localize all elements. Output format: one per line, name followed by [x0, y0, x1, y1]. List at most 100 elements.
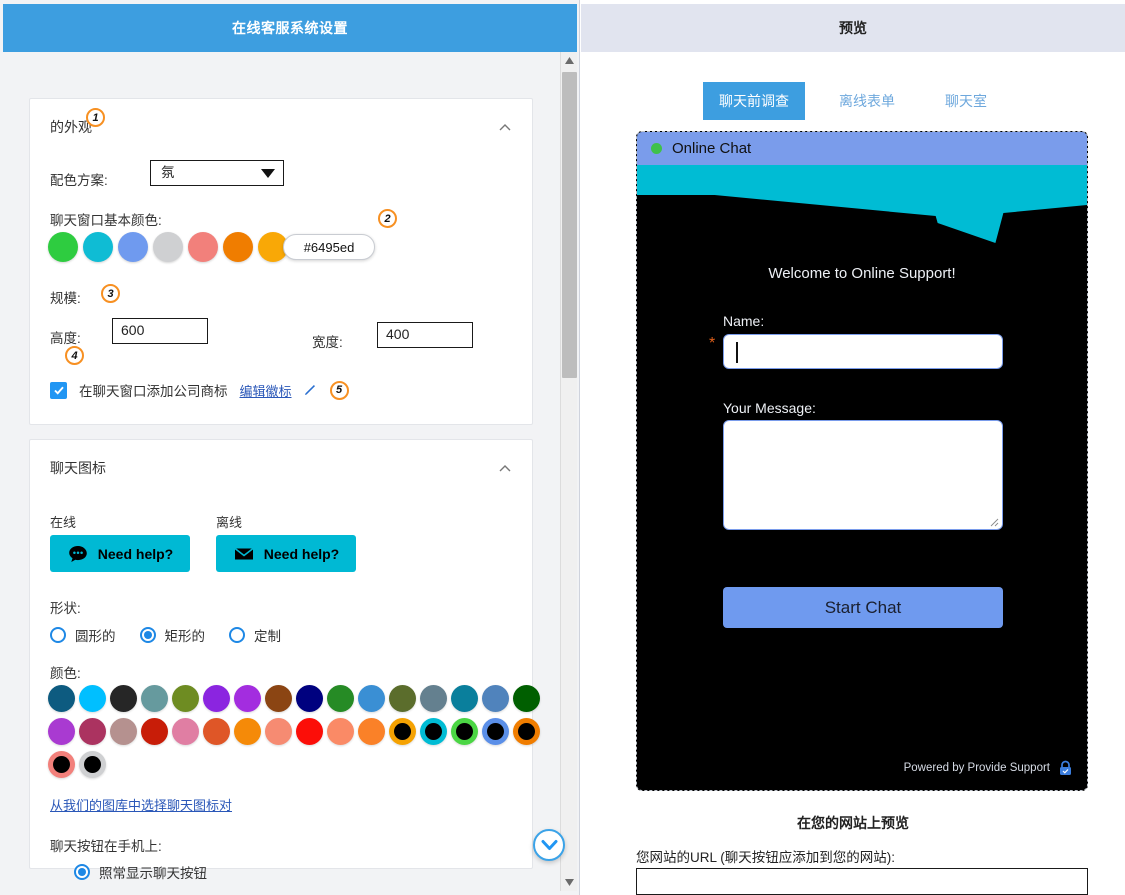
chat-icon-color-swatch[interactable] [513, 718, 540, 745]
callout-badge-5: 5 [329, 380, 349, 400]
preview-panel-header: 预览 [581, 4, 1125, 52]
chat-icon-color-swatch[interactable] [327, 718, 354, 745]
chat-icon-color-swatch[interactable] [79, 685, 106, 712]
chat-icon-color-swatch[interactable] [203, 718, 230, 745]
chat-icon-color-swatch[interactable] [141, 718, 168, 745]
hex-color-input[interactable]: #6495ed [263, 233, 375, 263]
text-caret [736, 342, 738, 363]
base-color-swatch[interactable] [153, 232, 183, 262]
chat-icon-color-swatch[interactable] [389, 718, 416, 745]
chat-icon-color-swatch[interactable] [482, 685, 509, 712]
chat-icon-color-swatch[interactable] [451, 718, 478, 745]
chat-icon-color-grid [48, 685, 548, 784]
gallery-link[interactable]: 从我们的图库中选择聊天图标对 [50, 795, 232, 814]
base-color-swatch[interactable] [118, 232, 148, 262]
chat-window-titlebar: Online Chat [637, 132, 1087, 165]
chat-icon-color-swatch[interactable] [110, 685, 137, 712]
scrollbar-down-arrow[interactable] [561, 874, 578, 891]
shape-radio-option[interactable]: 圆形的 [50, 625, 116, 645]
base-color-label: 聊天窗口基本颜色: [50, 213, 162, 228]
chat-icon-color-swatch[interactable] [327, 685, 354, 712]
chat-icon-color-swatch[interactable] [110, 718, 137, 745]
color-scheme-select[interactable]: 氛 [150, 160, 284, 186]
shape-radio-option[interactable]: 定制 [229, 625, 281, 645]
base-color-swatch[interactable] [188, 232, 218, 262]
chat-icon-color-swatch[interactable] [172, 718, 199, 745]
callout-badge-1: 1 [86, 108, 105, 127]
online-status-dot [651, 143, 662, 154]
scroll-down-fab[interactable] [533, 829, 565, 861]
scrollbar-thumb[interactable] [562, 72, 577, 378]
mobile-radio-option[interactable]: 照常显示聊天按钮 [74, 862, 207, 882]
chat-window-footer: Powered by Provide Support [904, 760, 1073, 776]
chat-icon-color-swatch[interactable] [420, 718, 447, 745]
chevron-up-icon[interactable] [498, 462, 512, 476]
chat-icon-color-swatch[interactable] [48, 751, 75, 778]
color-scheme-label: 配色方案: [50, 173, 108, 188]
chat-icon-color-swatch[interactable] [79, 751, 106, 778]
chat-icon-color-swatch[interactable] [296, 685, 323, 712]
radio-icon [50, 627, 66, 643]
size-label: 规模: [50, 291, 81, 306]
tab-spacer [805, 82, 823, 120]
chat-icon-color-swatch[interactable] [265, 718, 292, 745]
resize-grip-icon[interactable] [987, 515, 999, 527]
height-label: 高度: [50, 331, 81, 346]
chat-icon-color-swatch[interactable] [79, 718, 106, 745]
lock-icon [1058, 760, 1073, 776]
chat-icon-color-swatch[interactable] [48, 718, 75, 745]
online-chat-icon-button[interactable]: Need help? [50, 535, 190, 572]
chat-icon-color-swatch[interactable] [358, 685, 385, 712]
chat-icon-color-swatch[interactable] [265, 685, 292, 712]
shape-radio-label: 圆形的 [75, 629, 116, 644]
base-color-swatch[interactable] [48, 232, 78, 262]
chat-icon-color-swatch[interactable] [203, 685, 230, 712]
preview-tab[interactable]: 聊天前调查 [703, 82, 805, 120]
chat-icon-color-swatch[interactable] [358, 718, 385, 745]
start-chat-button[interactable]: Start Chat [723, 587, 1003, 628]
settings-scroll-area[interactable]: 的外观 1 配色方案: 氛 聊天窗口基本颜色: #6495ed 2 规模: 3 [3, 52, 559, 891]
company-logo-checkbox[interactable] [50, 381, 67, 399]
envelope-icon [233, 543, 255, 565]
chevron-down-icon [541, 840, 557, 850]
chat-icon-color-swatch[interactable] [451, 685, 478, 712]
width-value: 400 [386, 326, 410, 342]
base-color-swatches: #6495ed [48, 232, 375, 263]
chat-icon-color-swatch[interactable] [482, 718, 509, 745]
callout-badge-3: 3 [101, 284, 120, 303]
callout-badge-4: 4 [65, 346, 84, 365]
chevron-up-icon[interactable] [498, 121, 512, 135]
chat-icon-color-swatch[interactable] [48, 685, 75, 712]
edit-logo-link[interactable]: 编辑徽标 [240, 381, 292, 400]
chat-icon-color-swatch[interactable] [172, 685, 199, 712]
preview-tabs: 聊天前调查 离线表单 聊天室 [581, 82, 1125, 120]
preview-tab[interactable]: 离线表单 [823, 82, 911, 120]
pencil-icon[interactable] [302, 382, 318, 398]
chat-bubble-icon [67, 543, 89, 565]
base-color-swatch[interactable] [223, 232, 253, 262]
width-input[interactable]: 400 [377, 322, 473, 348]
chat-window-title: Online Chat [672, 140, 752, 157]
chat-icon-color-swatch[interactable] [420, 685, 447, 712]
chat-icon-color-swatch[interactable] [141, 685, 168, 712]
online-chat-icon-button-text: Need help? [97, 545, 174, 562]
color-scheme-value: 氛 [161, 165, 175, 180]
chat-icon-color-swatch[interactable] [234, 718, 261, 745]
settings-scrollbar[interactable] [560, 52, 577, 891]
site-url-input[interactable] [636, 868, 1088, 895]
chat-icon-color-swatch[interactable] [513, 685, 540, 712]
chat-icon-color-swatch[interactable] [389, 685, 416, 712]
height-input[interactable]: 600 [112, 318, 208, 344]
scrollbar-up-arrow[interactable] [561, 52, 578, 69]
preview-tab[interactable]: 聊天室 [929, 82, 1003, 120]
message-textarea[interactable] [723, 420, 1003, 530]
base-color-swatch[interactable] [83, 232, 113, 262]
offline-chat-icon-button[interactable]: Need help? [216, 535, 356, 572]
chat-icon-color-swatch[interactable] [234, 685, 261, 712]
preview-panel: 预览 聊天前调查 离线表单 聊天室 Online Chat Welcome to O… [581, 0, 1125, 895]
chat-icon-color-swatch[interactable] [296, 718, 323, 745]
name-field-label: Name: [723, 313, 765, 329]
name-input[interactable] [723, 334, 1003, 369]
shape-radio-option[interactable]: 矩形的 [139, 625, 205, 645]
shape-radio-group: 圆形的 矩形的 定制 [50, 625, 295, 645]
